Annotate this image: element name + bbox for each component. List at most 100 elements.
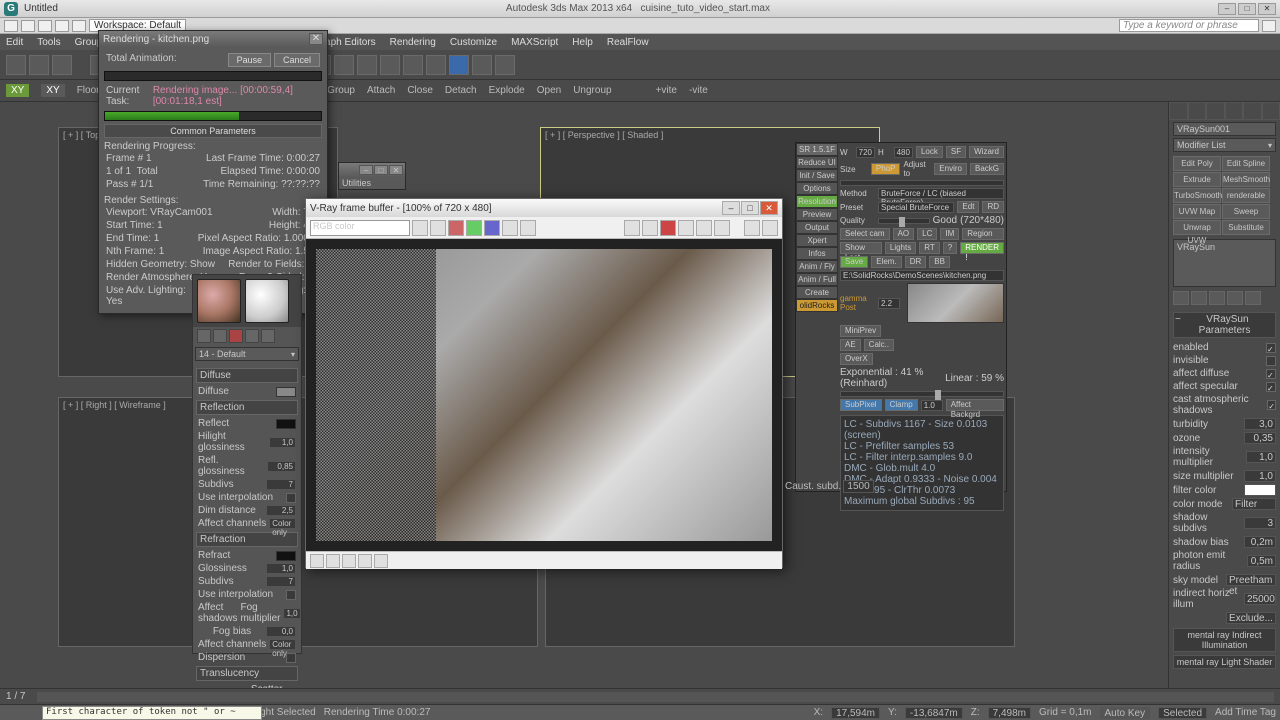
rollout-header[interactable]: −VRaySun Parameters (1173, 312, 1276, 338)
qab-save[interactable] (38, 20, 52, 32)
mod-editspline[interactable]: Edit Spline (1222, 156, 1270, 171)
sr-region[interactable]: Region (962, 228, 1004, 240)
hierarchy-tab[interactable] (1206, 102, 1225, 120)
time-slider[interactable]: 1 / 7 (0, 688, 1280, 704)
sr-rd[interactable]: RD (982, 201, 1004, 213)
vfb-g-icon[interactable] (466, 220, 482, 236)
link-icon[interactable] (29, 55, 49, 75)
mat-slot-1[interactable] (197, 279, 241, 323)
vfb-mono-icon[interactable] (520, 220, 536, 236)
render-dlg-close[interactable]: ✕ (309, 33, 323, 45)
vfb-close[interactable]: ✕ (760, 201, 778, 215)
sr-phop[interactable]: PhoP (871, 163, 901, 175)
vfb-track-icon[interactable] (642, 220, 658, 236)
cancel-button[interactable]: Cancel (274, 53, 320, 67)
vfb-render-icon[interactable] (762, 220, 778, 236)
qab-open[interactable] (21, 20, 35, 32)
caustics-spinner[interactable]: 1500 (843, 480, 873, 493)
menu-tools[interactable]: Tools (37, 37, 60, 48)
sr-miniprev[interactable]: MiniPrev (840, 325, 881, 337)
sr-calc[interactable]: Calc.. (864, 339, 894, 351)
create-tab[interactable] (1169, 102, 1188, 120)
menu-realflow[interactable]: RealFlow (607, 37, 649, 48)
config-mod-icon[interactable] (1245, 291, 1261, 305)
subdivs-spinner[interactable]: 7 (266, 479, 296, 490)
sr-tab-create[interactable]: Create (796, 286, 838, 299)
invisible-check[interactable] (1266, 356, 1276, 366)
sr-tab-animfull[interactable]: Anim / Full (796, 273, 838, 286)
reflect-swatch[interactable] (276, 419, 296, 429)
close-button[interactable]: ✕ (1258, 3, 1276, 15)
mod-editpoly[interactable]: Edit Poly (1173, 156, 1221, 171)
open-btn[interactable]: Open (537, 85, 561, 96)
vfb-b-icon[interactable] (484, 220, 500, 236)
menu-rendering[interactable]: Rendering (390, 37, 436, 48)
mat-delete-icon[interactable] (229, 329, 243, 343)
utilities-tab[interactable] (1262, 102, 1280, 120)
sr-lc[interactable]: LC (917, 228, 937, 240)
sr-tab-infos[interactable]: Infos (796, 247, 838, 260)
sky-dd[interactable]: Preetham et (1226, 574, 1276, 586)
mod-renderspline[interactable]: renderable Spli (1222, 188, 1270, 203)
sr-tab-xpert[interactable]: Xpert (796, 234, 838, 247)
modifier-stack[interactable]: VRaySun (1173, 239, 1276, 287)
sr-affect-bg[interactable]: Affect Backgrd (946, 399, 1004, 411)
sr-rt[interactable]: RT (919, 242, 940, 254)
sr-showlast[interactable]: Show Last (840, 242, 882, 254)
sr-tab-animfly[interactable]: Anim / Fly (796, 260, 838, 273)
close-btn[interactable]: Close (407, 85, 433, 96)
sr-sf[interactable]: SF (946, 146, 966, 158)
refract-swatch[interactable] (276, 551, 296, 561)
pin-stack-icon[interactable] (1173, 291, 1189, 305)
mod-turbosmooth[interactable]: TurboSmooth (1173, 188, 1221, 203)
motion-tab[interactable] (1225, 102, 1244, 120)
raffch-dd[interactable]: Color only (269, 639, 296, 650)
gloss-spinner[interactable]: 1,0 (266, 563, 296, 574)
vfb-history-icon[interactable] (696, 220, 712, 236)
sr-lights[interactable]: Lights (885, 242, 916, 254)
vfb-exp-icon[interactable] (342, 554, 356, 568)
mat-slot-2[interactable] (245, 279, 289, 323)
vfb-r-icon[interactable] (448, 220, 464, 236)
curve-editor-icon[interactable] (380, 55, 400, 75)
hilight-spinner[interactable]: 1,0 (269, 437, 296, 448)
sr-tab-options[interactable]: Options (796, 182, 838, 195)
maximize-button[interactable]: □ (1238, 3, 1256, 15)
qab-redo[interactable] (72, 20, 86, 32)
vfb-rgb-icon[interactable] (430, 220, 446, 236)
coord-y[interactable]: -13,6847m (905, 707, 963, 719)
shsub-spinner[interactable]: 3 (1244, 517, 1276, 529)
enabled-check[interactable] (1266, 343, 1276, 353)
shbias-spinner[interactable]: 0,2m (1244, 536, 1276, 548)
schematic-icon[interactable] (403, 55, 423, 75)
sr-tab-output[interactable]: Output (796, 221, 838, 234)
sr-gamma[interactable]: 2.2 (878, 298, 900, 309)
xy-button[interactable]: XY (6, 84, 29, 97)
sr-edt[interactable]: Edt (957, 201, 979, 213)
sr-logo[interactable]: olidRocks (796, 299, 838, 312)
object-name[interactable]: VRaySun001 (1173, 122, 1276, 136)
sr-preset-dd[interactable]: Special BruteForce (878, 202, 954, 213)
vfb-max[interactable]: □ (741, 201, 759, 215)
explode-btn[interactable]: Explode (489, 85, 525, 96)
affdiff-check[interactable] (1266, 369, 1276, 379)
vfb-region-icon[interactable] (624, 220, 640, 236)
disp-check[interactable] (286, 653, 296, 663)
vfb-dup-icon[interactable] (744, 220, 760, 236)
menu-maxscript[interactable]: MAXScript (511, 37, 558, 48)
sr-save[interactable]: Save (840, 256, 868, 268)
filter-swatch[interactable] (1244, 484, 1276, 496)
render-fb-icon[interactable] (472, 55, 492, 75)
affspec-check[interactable] (1266, 382, 1276, 392)
pause-button[interactable]: Pause (228, 53, 272, 67)
turb-spinner[interactable]: 3,0 (1244, 418, 1276, 430)
sr-path[interactable]: E:\SolidRocks\DemoScenes\kitchen.png (840, 270, 1004, 281)
vfb-curve-icon[interactable] (310, 554, 324, 568)
sr-dr[interactable]: DR (905, 256, 927, 268)
minimize-button[interactable]: – (1218, 3, 1236, 15)
sr-overx[interactable]: OverX (840, 353, 873, 365)
rint-check[interactable] (286, 590, 296, 600)
sr-pq[interactable]: ? (943, 242, 957, 254)
layers-icon[interactable] (357, 55, 377, 75)
sr-height[interactable]: 480 (894, 147, 913, 158)
